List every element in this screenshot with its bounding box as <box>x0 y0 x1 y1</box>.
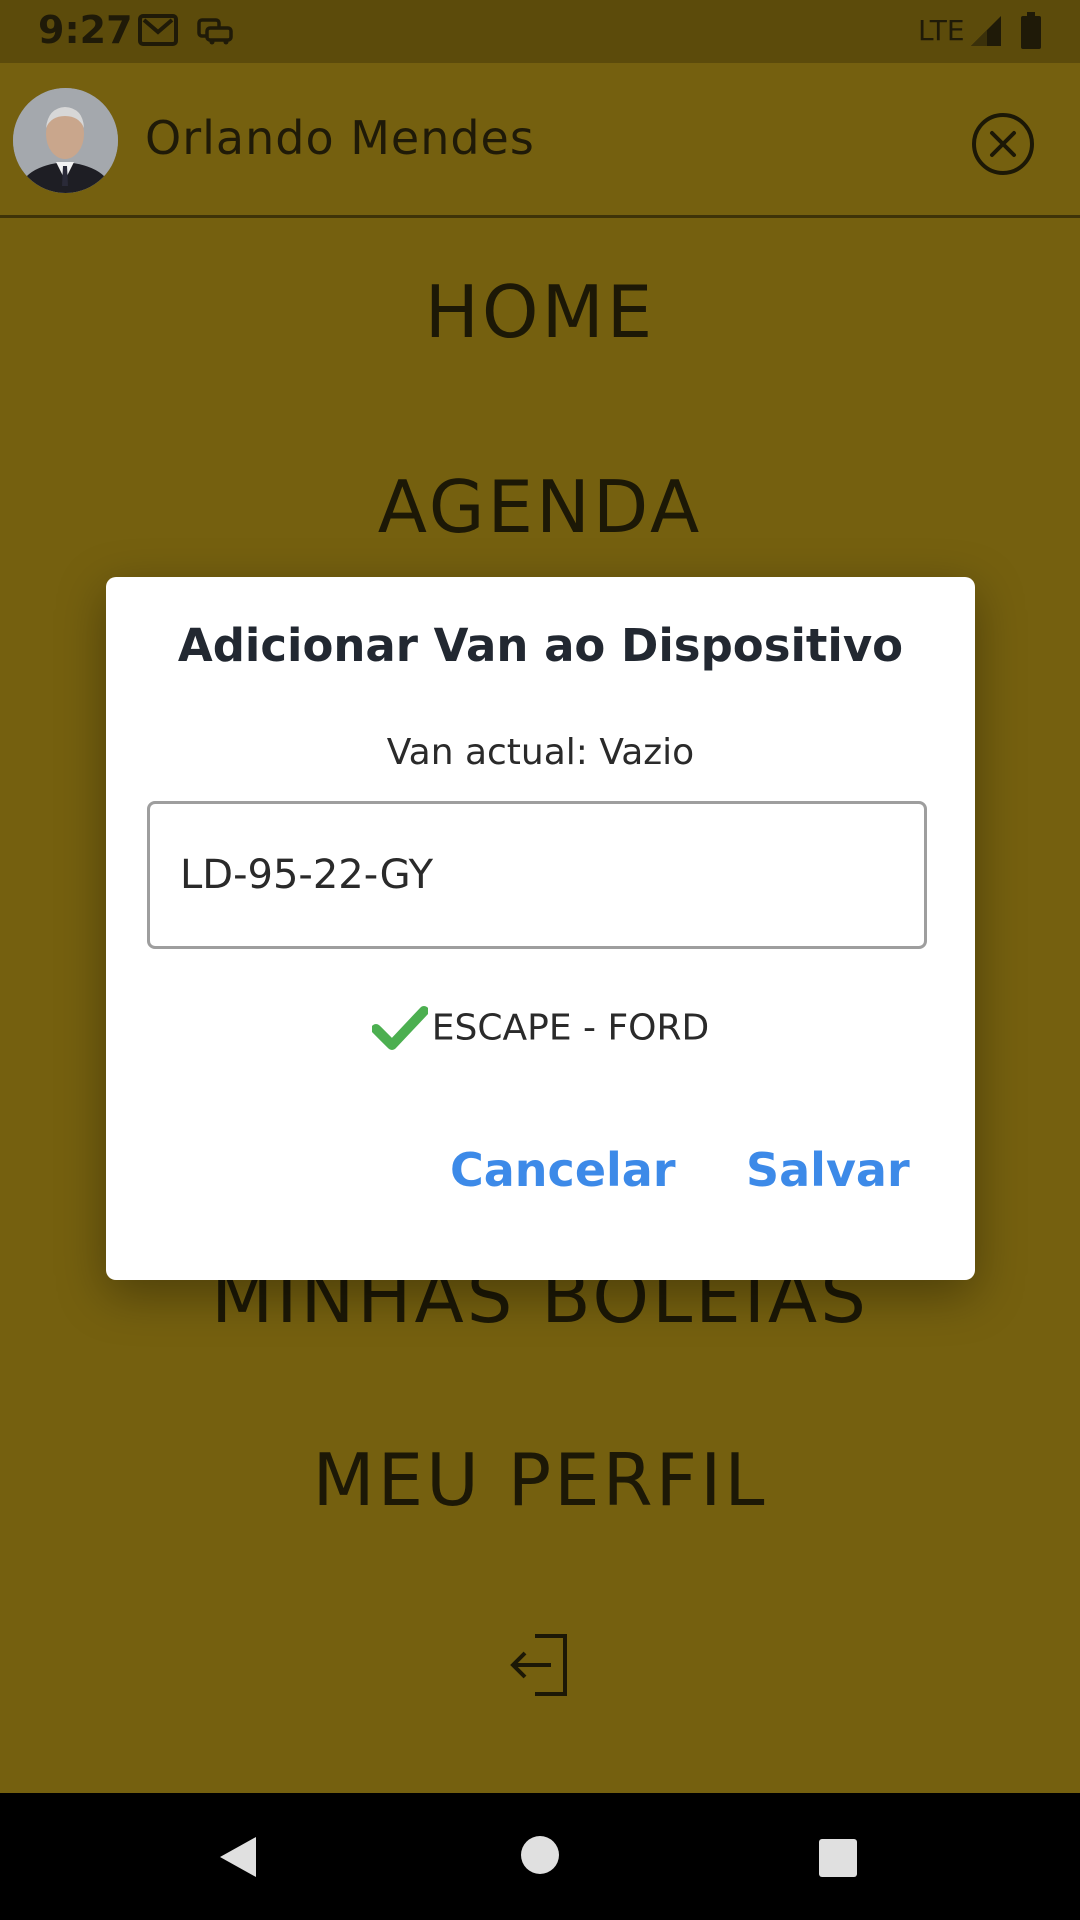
menu-item-home[interactable]: HOME <box>0 270 1080 354</box>
navigation-bar <box>0 1793 1080 1920</box>
vehicle-match: ESCAPE - FORD <box>106 1005 975 1051</box>
menu-item-agenda[interactable]: AGENDA <box>0 465 1080 549</box>
status-time: 9:27 <box>38 8 133 52</box>
save-button[interactable]: Salvar <box>746 1143 910 1197</box>
gmail-icon <box>138 14 178 50</box>
avatar[interactable] <box>13 88 118 193</box>
status-bar: 9:27 LTE <box>0 0 1080 63</box>
current-van-label: Van actual: Vazio <box>386 732 695 773</box>
home-icon[interactable] <box>518 1833 562 1881</box>
menu-item-meu-perfil[interactable]: MEU PERFIL <box>0 1438 1080 1522</box>
recents-icon[interactable] <box>817 1837 859 1883</box>
vehicle-info: ESCAPE - FORD <box>431 1007 710 1049</box>
screen: 9:27 LTE Orlando Mendes HOME AGENDA MINH… <box>0 0 1080 1920</box>
logout-icon[interactable] <box>505 1630 575 1700</box>
cancel-button[interactable]: Cancelar <box>450 1143 676 1197</box>
battery-icon <box>1020 12 1042 54</box>
plate-input[interactable] <box>147 801 927 949</box>
car-icon <box>197 16 233 50</box>
drawer-header: Orlando Mendes <box>0 63 1080 218</box>
user-name: Orlando Mendes <box>145 111 535 165</box>
close-icon[interactable] <box>968 109 1038 179</box>
back-icon[interactable] <box>216 1833 260 1885</box>
dialog-title: Adicionar Van ao Dispositivo <box>177 619 904 672</box>
network-label: LTE <box>918 14 965 47</box>
check-icon <box>370 1005 429 1051</box>
signal-icon <box>969 14 1003 52</box>
add-van-dialog: Adicionar Van ao Dispositivo Van actual:… <box>106 577 975 1280</box>
